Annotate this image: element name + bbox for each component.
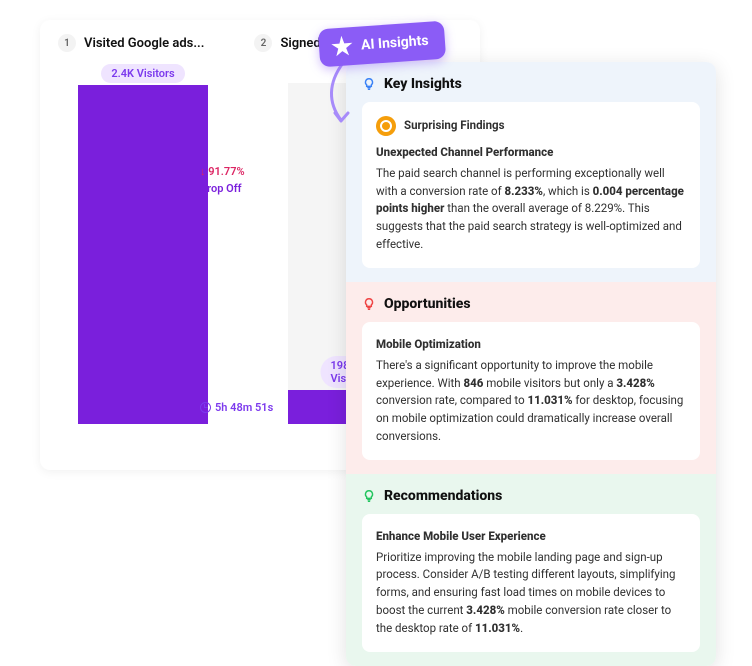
- heading-text: Opportunities: [384, 296, 471, 312]
- insight-body: The paid search channel is performing ex…: [376, 165, 686, 254]
- key-insights-section: Key Insights Surprising Findings Unexpec…: [346, 62, 716, 282]
- duration-label: 5h 48m 51s: [200, 401, 273, 414]
- ai-insights-label: AI Insights: [360, 33, 429, 54]
- funnel-step-1-header[interactable]: 1 Visited Google ads...: [58, 34, 204, 52]
- step-number: 1: [58, 34, 76, 52]
- insights-panel: Key Insights Surprising Findings Unexpec…: [346, 62, 716, 666]
- recommendations-section: Recommendations Enhance Mobile User Expe…: [346, 474, 716, 666]
- insight-title: Unexpected Channel Performance: [376, 144, 686, 162]
- section-heading: Recommendations: [362, 488, 700, 504]
- bar-fill: [78, 85, 208, 424]
- down-arrow-icon: ↓: [200, 165, 206, 178]
- insight-body: There's a significant opportunity to imp…: [376, 357, 686, 446]
- funnel-bar-1: 2.4K Visitors ↓ 91.77% Drop Off 5h 48m 5…: [58, 64, 228, 424]
- step-number: 2: [254, 34, 272, 52]
- step-label: Visited Google ads...: [84, 36, 204, 51]
- bar-outer: [78, 85, 208, 424]
- section-heading: Opportunities: [362, 296, 700, 312]
- visitors-pill: 2.4K Visitors: [101, 64, 184, 83]
- star-icon: [330, 35, 353, 58]
- section-heading: Key Insights: [362, 76, 700, 92]
- insight-card: Mobile Optimization There's a significan…: [362, 322, 700, 460]
- lightbulb-icon: [362, 489, 376, 503]
- insight-card: Surprising Findings Unexpected Channel P…: [362, 102, 700, 268]
- surprise-icon: [376, 116, 396, 136]
- badge-text: Surprising Findings: [404, 117, 505, 135]
- dropoff-label: ↓ 91.77% Drop Off: [200, 164, 245, 197]
- insight-title: Mobile Optimization: [376, 336, 686, 354]
- arrow-swoosh-icon: [323, 58, 363, 133]
- duration-value: 5h 48m 51s: [215, 401, 273, 414]
- heading-text: Key Insights: [384, 76, 462, 92]
- insight-badge: Surprising Findings: [376, 116, 686, 136]
- dropoff-pct: 91.77%: [208, 165, 244, 178]
- opportunities-section: Opportunities Mobile Optimization There'…: [346, 282, 716, 474]
- dropoff-text: Drop Off: [200, 182, 242, 195]
- insight-card: Enhance Mobile User Experience Prioritiz…: [362, 514, 700, 652]
- lightbulb-icon: [362, 297, 376, 311]
- lightbulb-icon: [362, 77, 376, 91]
- clock-icon: [200, 402, 211, 413]
- insight-title: Enhance Mobile User Experience: [376, 528, 686, 546]
- insight-body: Prioritize improving the mobile landing …: [376, 549, 686, 638]
- heading-text: Recommendations: [384, 488, 502, 504]
